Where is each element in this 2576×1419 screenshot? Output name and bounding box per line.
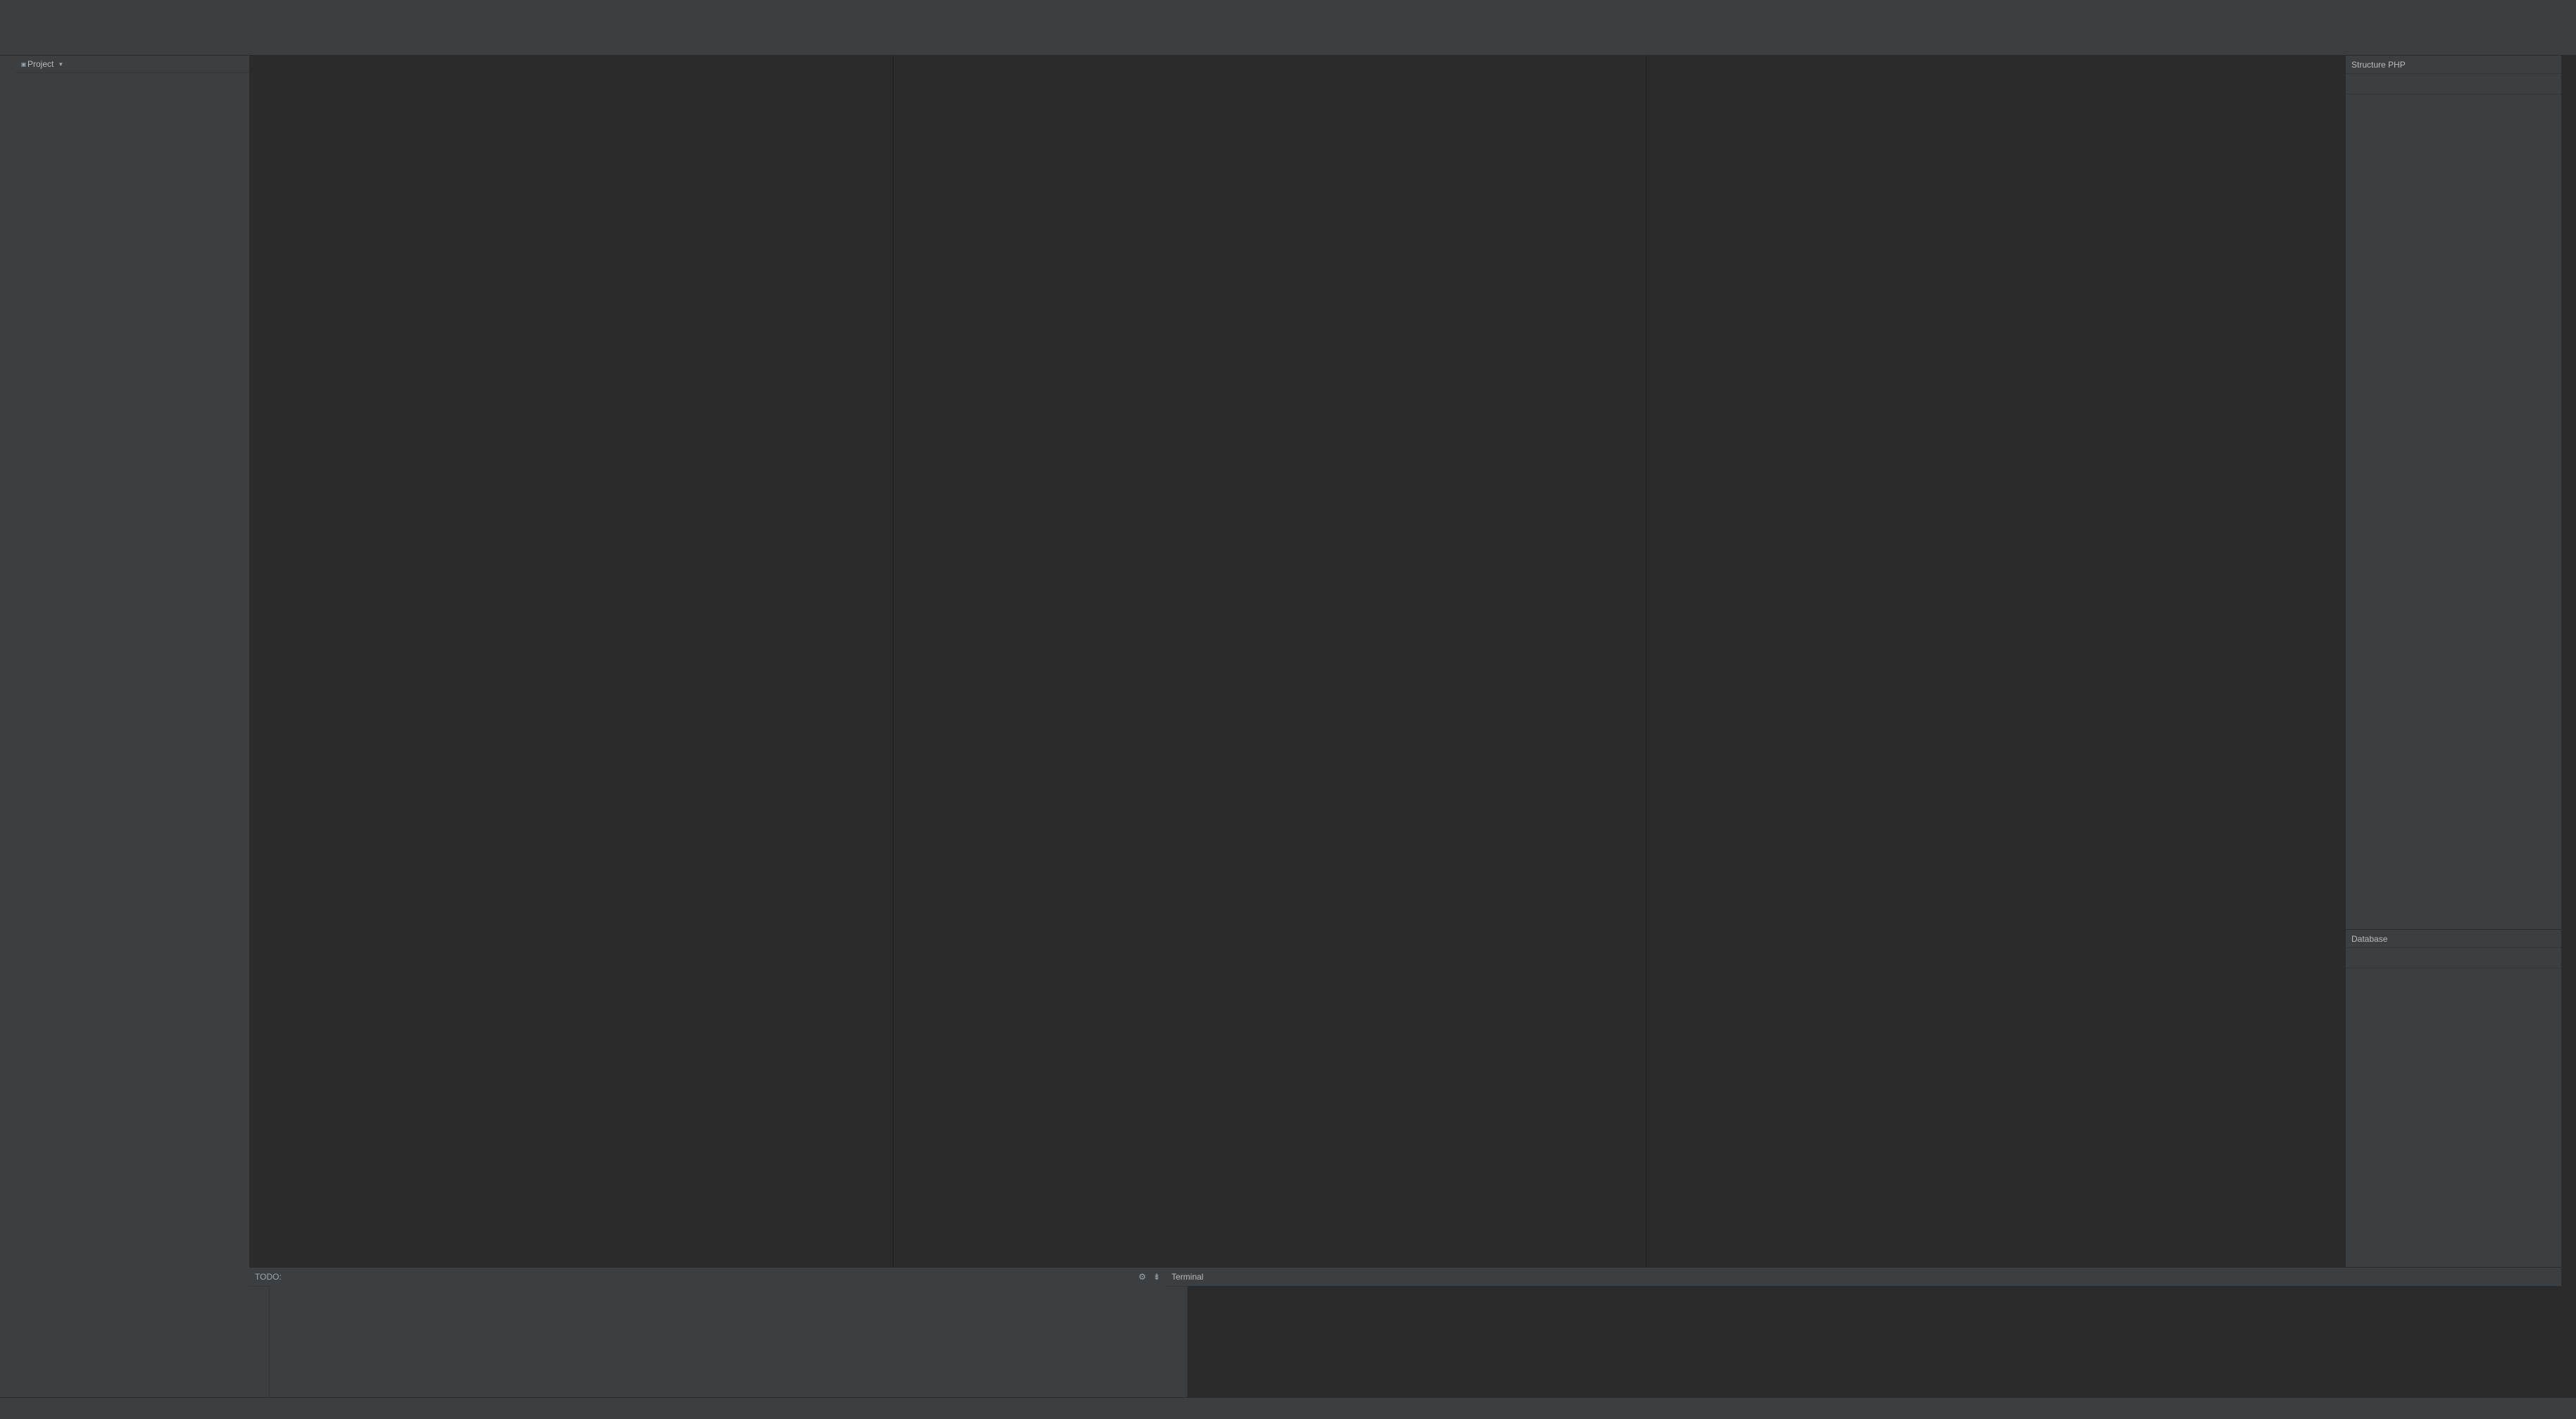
project-panel-title: Project xyxy=(27,59,54,69)
project-panel: ▣ Project ▼ xyxy=(15,56,250,1398)
todo-panel-header: TODO: ⚙ ⇟ xyxy=(249,1268,1166,1287)
database-toolbar xyxy=(2346,948,2561,969)
gear-icon[interactable]: ⚙ xyxy=(1138,1272,1146,1282)
database-panel-header: Database xyxy=(2346,930,2561,948)
menu-bar xyxy=(0,0,2576,19)
left-tool-stripe xyxy=(0,56,16,1398)
project-tree xyxy=(15,74,249,1398)
project-icon: ▣ xyxy=(20,61,27,68)
editor-group-middle xyxy=(893,56,1647,1267)
structure-panel-title: Structure PHP xyxy=(2351,60,2406,70)
structure-panel-header: Structure PHP xyxy=(2346,56,2561,74)
terminal-panel: Terminal xyxy=(1166,1267,2561,1398)
structure-toolbar xyxy=(2346,74,2561,94)
project-panel-header: ▣ Project ▼ xyxy=(15,56,249,73)
terminal-panel-header: Terminal xyxy=(1166,1268,2561,1287)
terminal-panel-title: Terminal xyxy=(1171,1272,1203,1282)
todo-panel: TODO: ⚙ ⇟ xyxy=(249,1267,1167,1398)
main-toolbar xyxy=(0,18,2576,40)
editor-group-right xyxy=(1647,56,2346,1267)
hide-panel-icon[interactable]: ⇟ xyxy=(1153,1272,1160,1282)
editor-group-left xyxy=(249,56,893,1267)
structure-panel: Structure PHP xyxy=(2345,56,2561,929)
terminal-output[interactable] xyxy=(1188,1286,2561,1398)
breadcrumb xyxy=(0,39,2576,56)
chevron-down-icon[interactable]: ▼ xyxy=(58,61,63,68)
status-bar xyxy=(0,1397,2576,1419)
todo-panel-title: TODO: xyxy=(255,1272,282,1282)
database-panel-title: Database xyxy=(2351,934,2387,944)
